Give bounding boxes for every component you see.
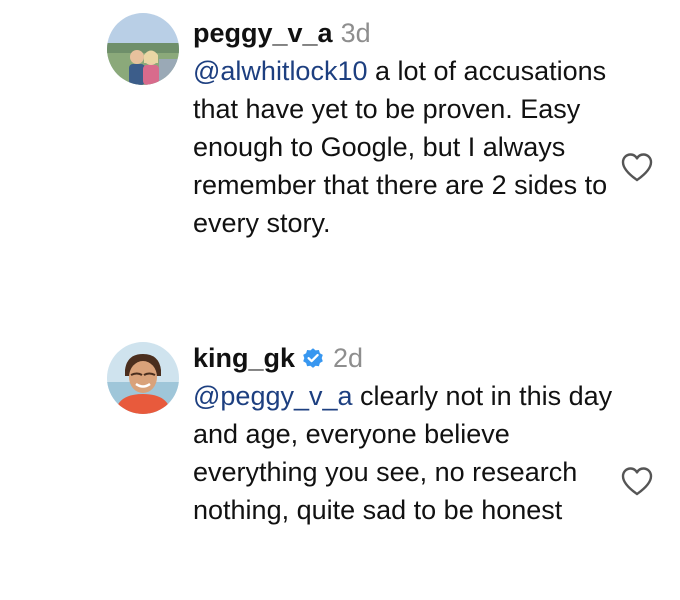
comment-header: king_gk 2d — [193, 339, 613, 377]
avatar-photo — [107, 342, 179, 414]
comment-body: peggy_v_a 3d @alwhitlock10 a lot of accu… — [193, 14, 613, 242]
timestamp[interactable]: 2d — [333, 339, 363, 377]
avatar[interactable] — [107, 13, 179, 85]
comment-text: @alwhitlock10 a lot of accusations that … — [193, 52, 613, 242]
username[interactable]: king_gk — [193, 339, 295, 377]
heart-outline-icon[interactable] — [620, 465, 654, 497]
username[interactable]: peggy_v_a — [193, 14, 333, 52]
comment-body: king_gk 2d @peggy_v_a clearly not in thi… — [193, 339, 613, 529]
heart-outline-icon[interactable] — [620, 151, 654, 183]
mention-link[interactable]: @alwhitlock10 — [193, 56, 368, 86]
comment-item: peggy_v_a 3d @alwhitlock10 a lot of accu… — [0, 0, 680, 300]
comment-text: @peggy_v_a clearly not in this day and a… — [193, 377, 613, 529]
mention-link[interactable]: @peggy_v_a — [193, 381, 353, 411]
avatar-photo — [107, 13, 179, 85]
comment-item: king_gk 2d @peggy_v_a clearly not in thi… — [0, 332, 680, 600]
timestamp[interactable]: 3d — [341, 14, 371, 52]
verified-badge-icon — [303, 348, 323, 368]
avatar[interactable] — [107, 342, 179, 414]
comment-header: peggy_v_a 3d — [193, 14, 613, 52]
